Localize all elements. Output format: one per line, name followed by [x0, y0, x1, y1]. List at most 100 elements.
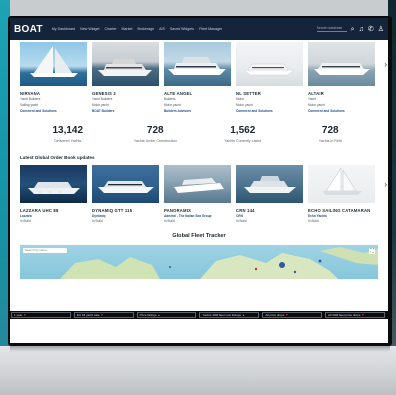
yacht-name: CRN 144 — [236, 207, 255, 213]
yacht-photo[interactable] — [20, 42, 87, 86]
monitor-shadow — [10, 346, 390, 352]
orderbook-row: LAZZARA UHC 88 Lazzara In Build DYNAMIQ … — [10, 164, 388, 225]
yacht-builder: Yacht Builders — [92, 97, 113, 101]
stat-listed: 1,562 Yachts Currently Listed — [203, 125, 283, 143]
ticker-item[interactable]: 1 year ▼ — [11, 312, 71, 318]
yacht-card[interactable]: GENESIS 2 Yacht Builders Motor yacht BOA… — [92, 42, 159, 114]
yacht-name: ALTE ANGEL — [164, 91, 193, 96]
yacht-broker-link[interactable]: BOAT Builders — [92, 109, 159, 114]
ticker-delta-icon: ▼ — [285, 313, 289, 317]
yacht-card[interactable]: ALTE ANGEL Builders Motor yacht Builders… — [164, 42, 231, 114]
site-logo[interactable]: BOAT — [14, 24, 43, 35]
yacht-status: In Build — [20, 219, 31, 224]
yacht-builder-link[interactable]: CRN — [236, 214, 303, 219]
yacht-type: Motor yacht — [236, 102, 253, 107]
orderbook-card[interactable]: DYNAMIQ GTT 115 Dynamiq In Build — [92, 164, 159, 225]
ticker-delta-icon: ▲ — [157, 313, 161, 317]
yacht-builder-link[interactable]: Lazzara — [20, 214, 87, 219]
yacht-name: DYNAMIQ GTT 115 — [92, 207, 133, 213]
yacht-photo[interactable] — [164, 42, 231, 86]
stat-value: 728 — [146, 124, 164, 136]
carousel-next-icon[interactable]: › — [384, 60, 387, 69]
nav-link-charter[interactable]: Charter — [105, 27, 117, 31]
yacht-card[interactable]: NL SETTER Motor Motor yacht Comment and … — [236, 42, 303, 114]
ticker-label: Price listings — [139, 313, 157, 317]
yacht-card[interactable]: NIRVANA Yacht Builders Sailing yacht Com… — [20, 42, 87, 114]
search-input[interactable]: Search database — [316, 26, 347, 32]
bell-icon[interactable]: ♫ — [359, 26, 364, 33]
yacht-type: Motor yacht — [92, 102, 109, 107]
yacht-photo[interactable] — [92, 42, 159, 86]
user-icon[interactable]: ♙ — [378, 26, 384, 33]
nav-link-brokerage[interactable]: Brokerage — [138, 27, 155, 31]
yacht-builder: Yacht — [308, 97, 316, 101]
nav-link-ais[interactable]: AIS — [159, 27, 165, 31]
map-search-input[interactable]: Search by name — [23, 248, 67, 254]
yacht-name: PANORAMIX — [164, 207, 192, 213]
yacht-name: LAZZARA UHC 88 — [20, 207, 59, 213]
top-nav: BOAT My Dashboard New Widget Charter Mar… — [10, 18, 388, 40]
desk-surface — [0, 346, 396, 395]
nav-link-dashboard[interactable]: My Dashboard — [52, 27, 75, 31]
orderbook-card[interactable]: ECHO SAILING CATAMARAN Echo Yachts In Bu… — [308, 164, 375, 225]
yacht-photo[interactable] — [236, 42, 303, 86]
yacht-type: Sailing yacht — [20, 102, 39, 107]
fullscreen-icon[interactable]: ⛶ — [369, 248, 375, 255]
yacht-status: In Build — [164, 219, 175, 224]
yacht-name: GENESIS 2 — [92, 91, 116, 96]
stat-under-construction: 728 Yachts Under Construction — [115, 125, 195, 143]
yacht-broker-link[interactable]: Builders Advisors — [164, 109, 231, 114]
yacht-photo[interactable] — [308, 164, 375, 203]
yacht-photo[interactable] — [308, 42, 375, 86]
yacht-broker-link[interactable]: Comment and Solutions — [236, 109, 303, 114]
orderbook-title: Latest Global Order Book updates — [20, 154, 95, 160]
yacht-photo[interactable] — [236, 164, 303, 203]
stat-value: 1,562 — [230, 124, 256, 136]
stat-value: 728 — [321, 124, 339, 136]
phone-icon[interactable]: ✆ — [368, 26, 374, 33]
yacht-name: NL SETTER — [236, 91, 261, 96]
ticker-label: 1 year — [14, 313, 23, 317]
ticker-label: All 30M fleet price drops — [328, 313, 361, 317]
fleet-tracker-title: Global Fleet Tracker — [172, 233, 226, 240]
yacht-photo[interactable] — [164, 164, 231, 203]
yacht-type: Motor yacht — [164, 102, 181, 107]
market-ticker: 1 year ▼ EU 18 yacht sale ▼ Price listings… — [8, 311, 388, 319]
orderbook-card[interactable]: PANORAMIX Admiral - The Italian Sea Grou… — [164, 164, 231, 225]
yacht-broker-link[interactable]: Comment and Solutions — [20, 109, 87, 114]
featured-yachts-row: NIRVANA Yacht Builders Sailing yacht Com… — [10, 42, 388, 114]
yacht-type: Motor yacht — [308, 102, 325, 107]
ticker-item[interactable]: Price listings ▲ — [136, 312, 197, 318]
nav-link-saved-widgets[interactable]: Saved Widgets — [170, 27, 194, 31]
nav-link-market[interactable]: Market — [122, 27, 133, 31]
ticker-label: Yachts 30M fleet new listings — [202, 313, 241, 317]
stat-value: 13,142 — [52, 124, 84, 136]
ticker-item[interactable]: All price drops ▼ — [262, 312, 323, 318]
yacht-name: ALTAIR — [308, 91, 324, 96]
stat-refit: 728 Yachts in Refit — [290, 125, 370, 143]
yacht-builder-link[interactable]: Admiral - The Italian Sea Group — [164, 214, 231, 219]
orderbook-card[interactable]: CRN 144 CRN In Build — [236, 164, 303, 225]
yacht-status: In Build — [92, 219, 103, 224]
yacht-builder-link[interactable]: Echo Yachts — [308, 214, 375, 219]
fleet-tracker-map[interactable]: Search by name ⛶ — [20, 245, 378, 280]
orderbook-next-icon[interactable]: › — [384, 180, 387, 189]
ticker-delta-icon: ▼ — [361, 313, 365, 317]
app-screen: BOAT My Dashboard New Widget Charter Mar… — [10, 18, 388, 343]
yacht-photo[interactable] — [92, 164, 159, 203]
nav-link-new-widget[interactable]: New Widget — [80, 27, 99, 31]
search-icon[interactable]: ⌕ — [351, 26, 355, 33]
yacht-builder-link[interactable]: Dynamiq — [92, 214, 159, 219]
orderbook-card[interactable]: LAZZARA UHC 88 Lazzara In Build — [20, 164, 87, 225]
stat-delivered: 13,142 Delivered Yachts — [28, 125, 108, 143]
stat-label: Delivered Yachts — [54, 138, 82, 143]
yacht-photo[interactable] — [20, 164, 87, 203]
ticker-item[interactable]: All 30M fleet price drops ▼ — [325, 312, 385, 318]
nav-link-fleet-manager[interactable]: Fleet Manager — [199, 27, 222, 31]
ticker-item[interactable]: Yachts 30M fleet new listings ▲ — [199, 312, 260, 318]
yacht-card[interactable]: ALTAIR Yacht Motor yacht Comment and Sol… — [308, 42, 375, 114]
ticker-label: All price drops — [265, 313, 285, 317]
ticker-item[interactable]: EU 18 yacht sale ▼ — [73, 312, 134, 318]
yacht-builder: Builders — [164, 97, 176, 101]
yacht-broker-link[interactable]: Comment and Solutions — [308, 109, 375, 114]
